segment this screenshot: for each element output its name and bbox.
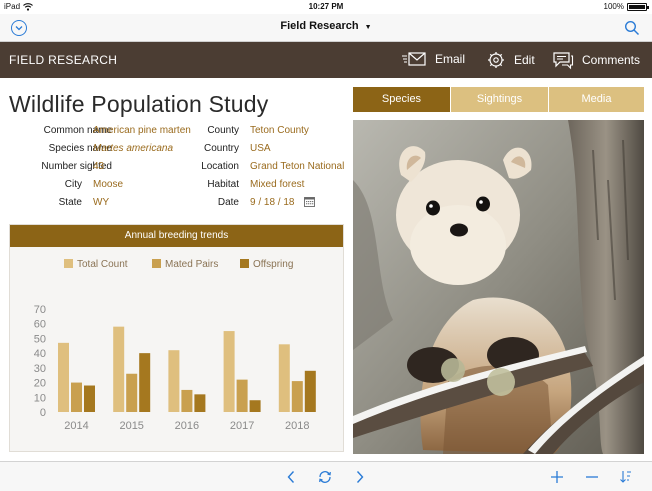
bar [84,385,95,412]
legend-label: Offspring [253,259,293,270]
field-label: County [207,125,239,136]
email-label: Email [435,52,466,66]
y-tick-label: 30 [34,363,46,375]
bottom-toolbar [0,461,652,491]
field-value[interactable]: Teton County [250,125,309,136]
comments-icon [553,52,574,70]
refresh-icon[interactable] [317,469,333,485]
sort-icon[interactable] [618,469,634,485]
bar [223,331,235,412]
comments-label: Comments [582,53,641,67]
page-title: Wildlife Population Study [9,91,269,117]
field-label: City [64,179,82,190]
bar [58,342,69,412]
clock: 10:27 PM [308,2,344,11]
bar [168,350,180,412]
field-value[interactable]: Martes americana [93,143,173,154]
field-label: Country [203,143,239,154]
chart-plot: Total Count Mated Pairs Offspring 0 10 20 30 40… [34,259,316,432]
legend-label: Total Count [77,259,128,270]
x-tick-label: 2014 [64,420,88,432]
y-tick-label: 60 [34,319,46,331]
field-label: Location [201,161,239,172]
bar [126,373,138,412]
edit-label: Edit [514,53,535,67]
edit-button[interactable]: Edit [486,50,535,70]
bar [139,353,151,412]
x-tick-label: 2016 [175,420,199,432]
field-value[interactable]: Moose [93,179,123,190]
bar [194,394,206,412]
tab-species[interactable]: Species [353,87,450,112]
bar [291,381,303,412]
edit-icon [488,52,504,68]
bar [249,400,261,412]
y-tick-label: 10 [34,392,46,404]
nav-title: Field Research [280,20,359,32]
comments-button[interactable]: Comments [552,50,640,70]
remove-icon[interactable] [584,469,600,485]
add-icon[interactable] [549,469,565,485]
field-value[interactable]: Mixed forest [250,179,304,190]
bar [113,326,125,412]
breeding-chart: Annual breeding trends Total Count Mated … [9,224,344,452]
field-value[interactable]: Grand Teton National [250,161,344,172]
legend-label: Mated Pairs [165,259,218,270]
field-value[interactable]: American pine marten [93,125,191,136]
back-icon[interactable] [283,469,299,485]
bar [236,379,248,412]
y-tick-label: 20 [34,378,46,390]
status-bar: iPad 10:27 PM 100% [0,0,652,14]
battery-icon [627,2,649,11]
y-tick-label: 40 [34,348,46,360]
bar [278,344,290,412]
forward-icon[interactable] [352,469,368,485]
tab-sightings[interactable]: Sightings [451,87,548,112]
x-tick-label: 2017 [230,420,254,432]
nav-title-dropdown[interactable]: Field Research ▼ [0,20,652,32]
email-icon [402,52,426,66]
y-tick-label: 70 [34,304,46,316]
legend-swatch [240,259,249,268]
field-label: Date [217,197,239,208]
y-tick-label: 0 [40,407,46,419]
bar [181,389,193,412]
legend-swatch [64,259,73,268]
species-photo [353,120,644,454]
battery-percent: 100% [603,2,624,11]
caret-down-icon: ▼ [364,24,372,31]
bar [304,370,316,412]
nav-bar: Field Research ▼ [0,14,652,42]
field-label: Habitat [207,179,239,190]
email-button[interactable]: Email [401,50,465,68]
brand-title: FIELD RESEARCH [9,53,118,67]
bar [71,382,82,412]
legend-swatch [152,259,161,268]
header-band: FIELD RESEARCH Email Edit Comments [0,42,652,78]
search-icon[interactable] [624,20,640,36]
field-value[interactable]: 43 [93,161,104,172]
field-value[interactable]: 9 / 18 / 18 [250,197,294,208]
y-tick-label: 50 [34,333,46,345]
x-tick-label: 2015 [119,420,143,432]
field-label: State [58,197,82,208]
chart-title: Annual breeding trends [10,225,343,247]
tab-media[interactable]: Media [549,87,644,112]
calendar-icon[interactable] [304,196,315,207]
x-tick-label: 2018 [285,420,309,432]
field-value[interactable]: WY [93,197,109,208]
field-value[interactable]: USA [250,143,271,154]
